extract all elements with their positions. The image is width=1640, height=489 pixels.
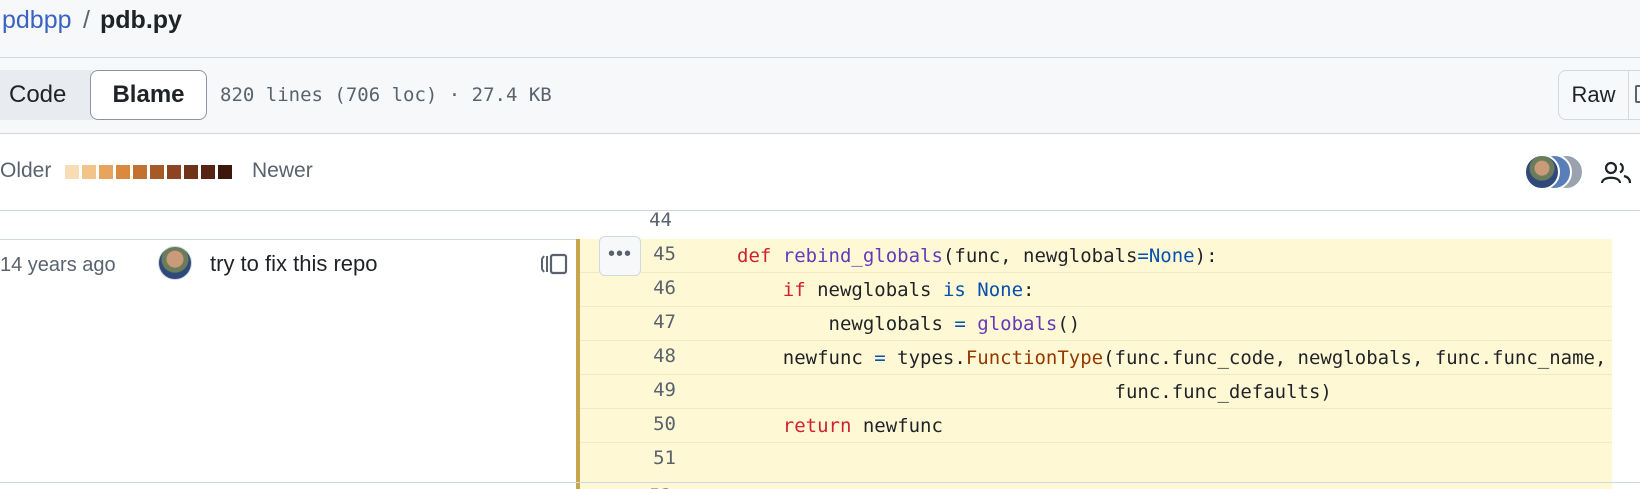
- code-line: 45 def rebind_globals(func, newglobals=N…: [580, 239, 1612, 273]
- code-text: newfunc = types.FunctionType(func.func_c…: [737, 345, 1607, 371]
- function-name: rebind_globals: [782, 245, 943, 267]
- blame-view-button[interactable]: Blame: [90, 70, 207, 120]
- keyword: def: [737, 245, 772, 267]
- avatar[interactable]: [158, 246, 192, 280]
- age-swatch: [150, 165, 164, 179]
- age-swatch: [65, 165, 79, 179]
- file-meta-info: 820 lines (706 loc) · 27.4 KB: [220, 84, 552, 106]
- code-line: 51: [580, 443, 1612, 477]
- keyword: if: [782, 279, 806, 301]
- line-number[interactable]: 46: [580, 277, 676, 299]
- age-swatch: [167, 165, 181, 179]
- blame-age-legend: Older Newer: [0, 134, 1640, 211]
- code-fragment: newfunc: [782, 347, 875, 369]
- line-number[interactable]: 48: [580, 345, 676, 367]
- code-text: func.func_defaults): [737, 379, 1332, 405]
- age-swatches: [65, 165, 232, 179]
- code-text: if newglobals is None:: [737, 277, 1035, 303]
- blame-content: 44 14 years ago try to fix this repo 45 …: [0, 209, 1640, 489]
- code-fragment: (func, newglobals: [942, 245, 1138, 267]
- legend-newer-label: Newer: [252, 159, 313, 182]
- reblame-icon[interactable]: [540, 253, 570, 275]
- raw-button[interactable]: Raw: [1559, 71, 1629, 119]
- code-fragment: (): [1057, 313, 1081, 335]
- age-swatch: [133, 165, 147, 179]
- code-line: 49 func.func_defaults): [580, 375, 1612, 409]
- contributors-avatar-stack[interactable]: [1524, 154, 1584, 192]
- legend-older-label: Older: [0, 159, 52, 182]
- age-swatch: [201, 165, 215, 179]
- code-line: 47 newglobals = globals(): [580, 307, 1612, 341]
- keyword: return: [782, 415, 852, 437]
- code-fragment: :: [1023, 279, 1035, 301]
- commit-time: 14 years ago: [0, 254, 116, 276]
- age-swatch: [116, 165, 130, 179]
- line-number[interactable]: 47: [580, 311, 676, 333]
- code-fragment: (func.func_code, newglobals, func.func_n…: [1103, 347, 1607, 369]
- code-fragment: ):: [1194, 245, 1218, 267]
- code-line: 50 return newfunc: [580, 409, 1612, 443]
- code-line: 48 newfunc = types.FunctionType(func.fun…: [580, 341, 1612, 375]
- code-line: 44: [576, 209, 1640, 239]
- age-swatch: [184, 165, 198, 179]
- blame-hunk: 45 def rebind_globals(func, newglobals=N…: [576, 239, 1612, 489]
- people-icon[interactable]: [1600, 160, 1632, 186]
- code-fragment: newfunc: [851, 415, 943, 437]
- commit-message-link[interactable]: try to fix this repo: [210, 249, 378, 279]
- breadcrumb-separator: /: [83, 6, 90, 34]
- code-text: def rebind_globals(func, newglobals=None…: [737, 243, 1218, 269]
- divider: [0, 239, 576, 240]
- copy-icon[interactable]: [1635, 85, 1640, 103]
- operator: =: [1137, 245, 1149, 267]
- code-text: newglobals = globals(): [737, 311, 1081, 337]
- operator: =: [874, 347, 886, 369]
- raw-button-group: Raw: [1558, 70, 1640, 120]
- keyword: is: [942, 279, 966, 301]
- code-line: 46 if newglobals is None:: [580, 273, 1612, 307]
- line-number[interactable]: 50: [580, 413, 676, 435]
- more-options-button[interactable]: •••: [599, 236, 641, 276]
- line-number[interactable]: 49: [580, 379, 676, 401]
- breadcrumb: pdbpp / pdb.py: [0, 0, 1640, 58]
- file-toolbar: Code Blame 820 lines (706 loc) · 27.4 KB…: [0, 58, 1640, 134]
- code-fragment: newglobals: [828, 313, 955, 335]
- code-fragment: types.: [885, 347, 966, 369]
- divider: [0, 482, 1640, 483]
- code-text: return newfunc: [737, 413, 943, 439]
- line-number[interactable]: 52: [576, 485, 672, 489]
- avatar: [1524, 154, 1560, 190]
- line-number[interactable]: 44: [576, 209, 672, 231]
- function-name: globals: [977, 313, 1058, 335]
- constant: None: [977, 279, 1024, 301]
- age-swatch: [82, 165, 96, 179]
- line-number[interactable]: 51: [580, 447, 676, 469]
- age-swatch: [99, 165, 113, 179]
- code-fragment: func.func_defaults): [1114, 381, 1332, 403]
- code-fragment: newglobals: [805, 279, 943, 301]
- breadcrumb-file-name: pdb.py: [100, 6, 182, 34]
- gutter: [1612, 239, 1640, 489]
- breadcrumb-repo-link[interactable]: pdbpp: [2, 5, 72, 35]
- age-swatch: [218, 165, 232, 179]
- constant: None: [1148, 245, 1195, 267]
- operator: =: [954, 313, 966, 335]
- class-name: FunctionType: [965, 347, 1104, 369]
- code-view-button[interactable]: Code: [0, 70, 98, 120]
